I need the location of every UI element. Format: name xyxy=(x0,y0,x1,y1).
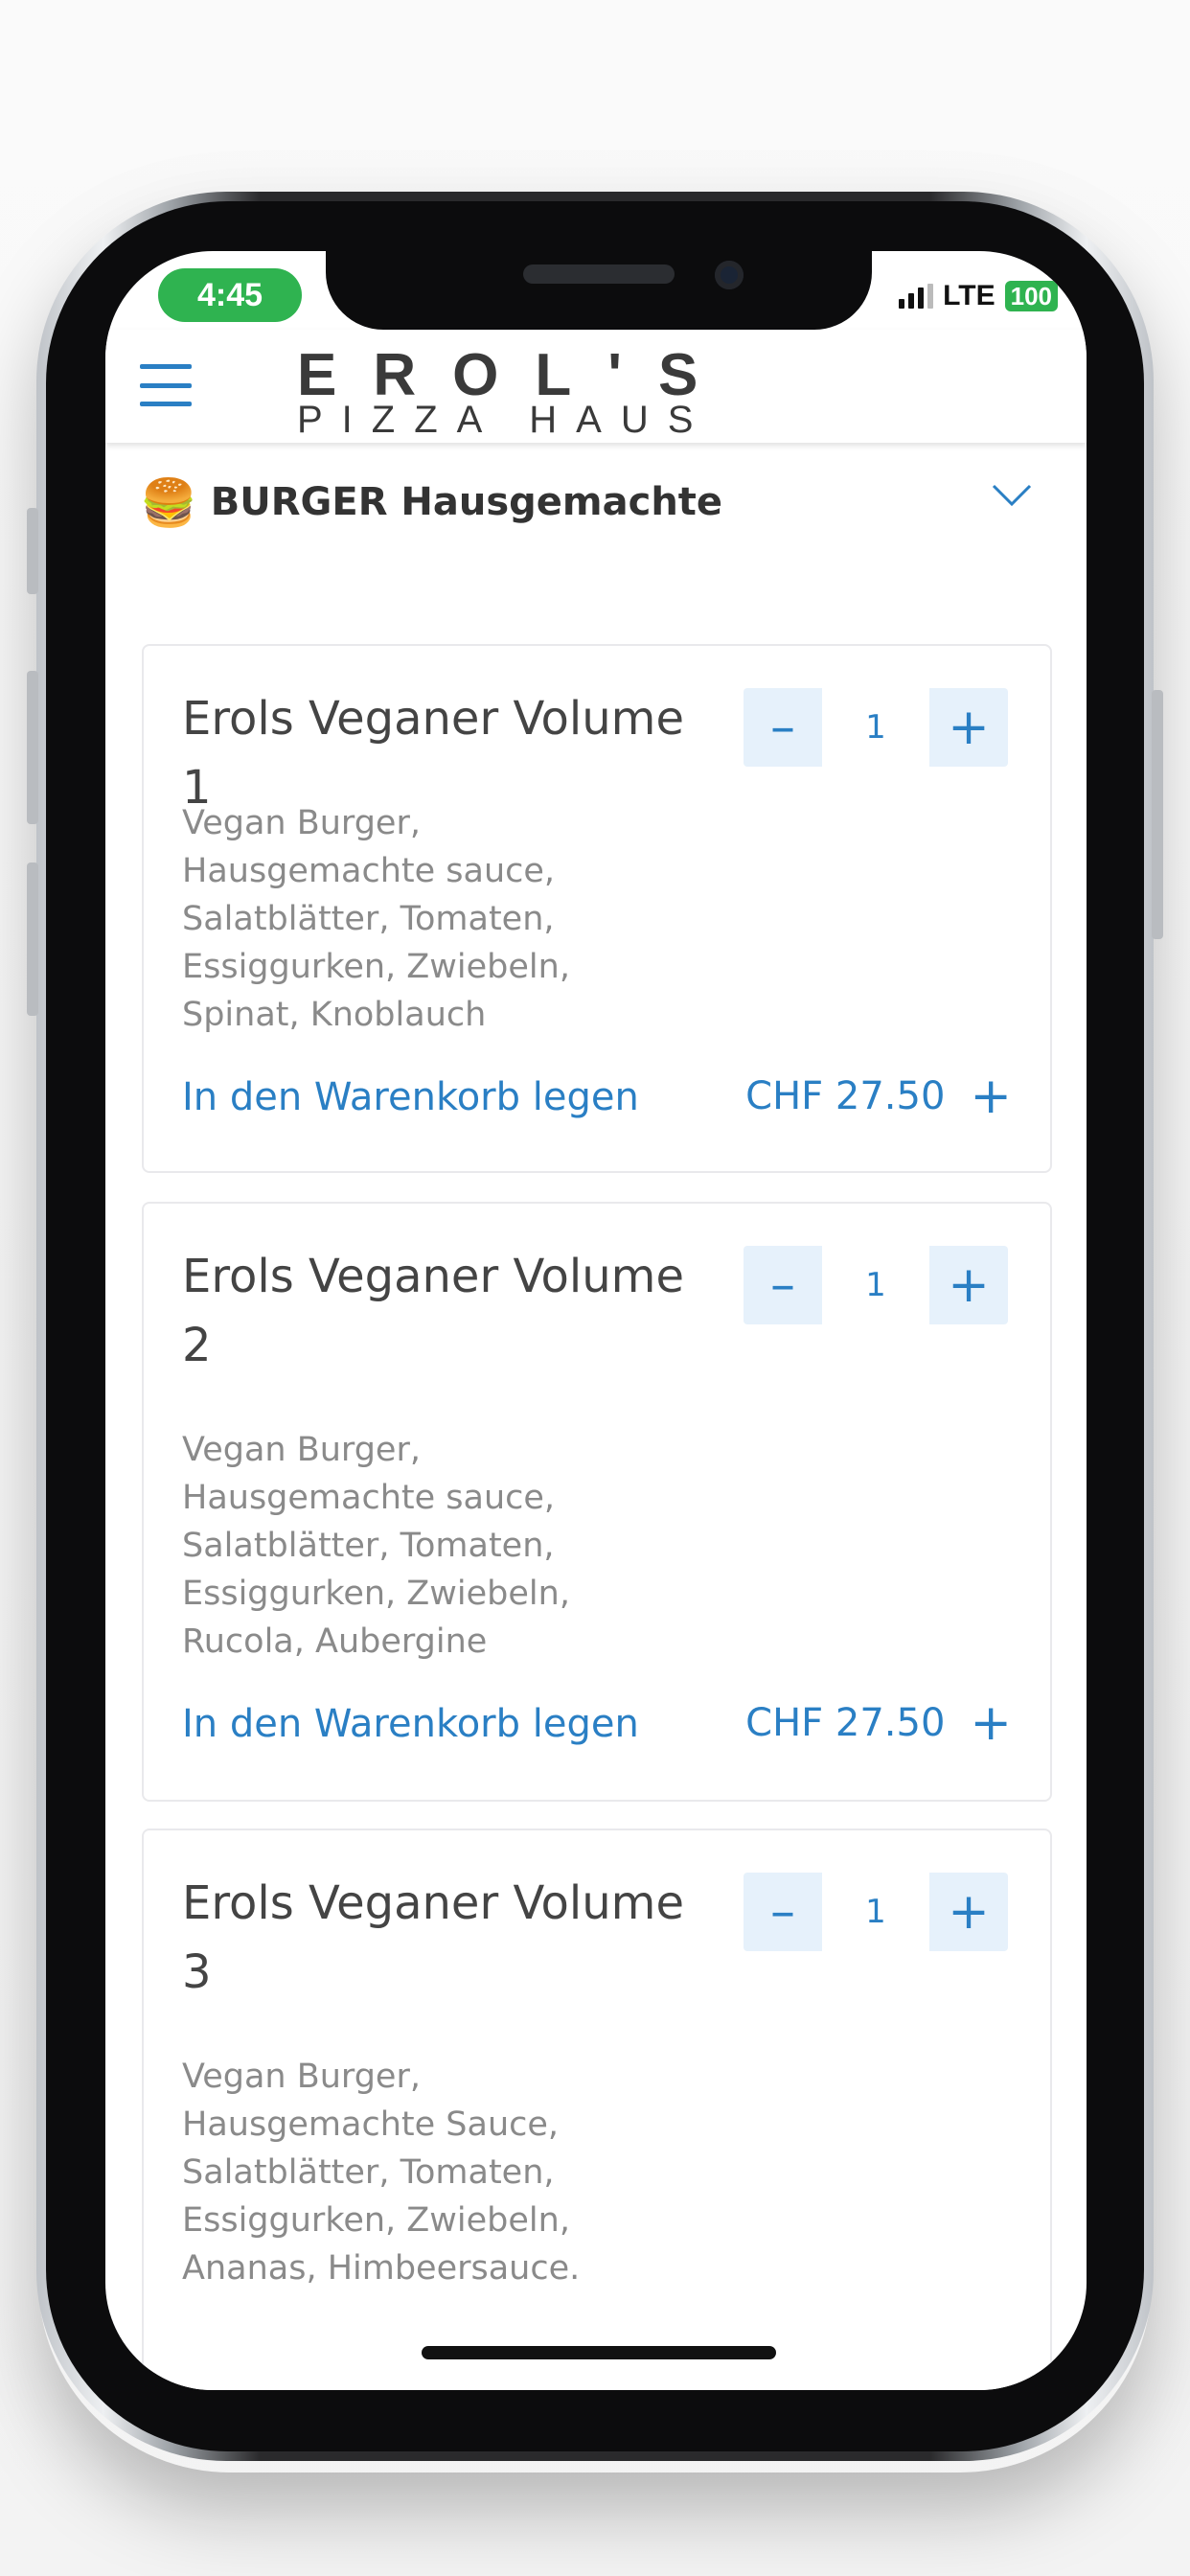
home-indicator[interactable] xyxy=(422,2346,776,2359)
phone-screen: 4:45 LTE 100 EROL'S PIZZA HAUS 🍔 BURGER … xyxy=(105,251,1087,2390)
decrease-quantity-button[interactable]: – xyxy=(744,1246,822,1324)
increase-quantity-button[interactable]: + xyxy=(929,1246,1008,1324)
quantity-stepper: – 1 + xyxy=(744,1873,1008,1951)
add-to-cart-link[interactable]: In den Warenkorb legen xyxy=(182,1702,639,1746)
chevron-down-icon[interactable] xyxy=(991,483,1033,508)
notch xyxy=(326,251,872,330)
item-description: Vegan Burger, Hausgemachte sauce, Salatb… xyxy=(182,1431,570,1661)
item-name: Erols Veganer Volume 3 xyxy=(182,1876,684,1999)
hamburger-menu-icon[interactable] xyxy=(140,364,192,406)
category-header[interactable]: 🍔 BURGER Hausgemachte xyxy=(140,473,1050,531)
quantity-value[interactable]: 1 xyxy=(822,1246,929,1324)
menu-item-card: Erols Veganer Volume 1 – 1 + Vegan Burge… xyxy=(142,644,1052,1173)
plus-icon: + xyxy=(970,1694,1012,1752)
earpiece-speaker xyxy=(523,264,675,284)
power-button xyxy=(1152,690,1163,939)
quantity-stepper: – 1 + xyxy=(744,1246,1008,1324)
price-add-button[interactable]: CHF 27.50 + xyxy=(745,1071,1012,1121)
volume-down-button xyxy=(27,862,38,1016)
increase-quantity-button[interactable]: + xyxy=(929,1873,1008,1951)
category-title: BURGER Hausgemachte xyxy=(210,480,723,524)
logo-subtitle: PIZZA HAUS xyxy=(297,399,713,441)
quantity-value[interactable]: 1 xyxy=(822,1873,929,1951)
add-to-cart-link[interactable]: In den Warenkorb legen xyxy=(182,1075,639,1119)
item-description: Vegan Burger, Hausgemachte Sauce, Salatb… xyxy=(182,2058,581,2288)
item-price: CHF 27.50 xyxy=(745,1701,946,1745)
signal-icon xyxy=(899,284,934,309)
plus-icon: + xyxy=(970,1068,1012,1125)
status-time: 4:45 xyxy=(158,268,302,322)
volume-up-button xyxy=(27,671,38,824)
mute-switch xyxy=(27,508,38,594)
menu-item-card: Erols Veganer Volume 3 – 1 + Vegan Burge… xyxy=(142,1828,1052,2390)
battery-icon: 100 xyxy=(1004,281,1058,311)
front-camera xyxy=(715,261,744,289)
quantity-value[interactable]: 1 xyxy=(822,688,929,767)
decrease-quantity-button[interactable]: – xyxy=(744,688,822,767)
increase-quantity-button[interactable]: + xyxy=(929,688,1008,767)
menu-item-card: Erols Veganer Volume 2 – 1 + Vegan Burge… xyxy=(142,1202,1052,1802)
price-add-button[interactable]: CHF 27.50 + xyxy=(745,1698,1012,1748)
network-type: LTE xyxy=(943,280,995,311)
item-name: Erols Veganer Volume 2 xyxy=(182,1250,684,1372)
item-price: CHF 27.50 xyxy=(745,1074,946,1118)
quantity-stepper: – 1 + xyxy=(744,688,1008,767)
burger-icon: 🍔 xyxy=(140,475,197,530)
decrease-quantity-button[interactable]: – xyxy=(744,1873,822,1951)
app-header: EROL'S PIZZA HAUS xyxy=(105,330,1087,443)
item-description: Vegan Burger, Hausgemachte sauce, Salatb… xyxy=(182,804,570,1034)
status-right: LTE 100 xyxy=(899,280,1058,312)
